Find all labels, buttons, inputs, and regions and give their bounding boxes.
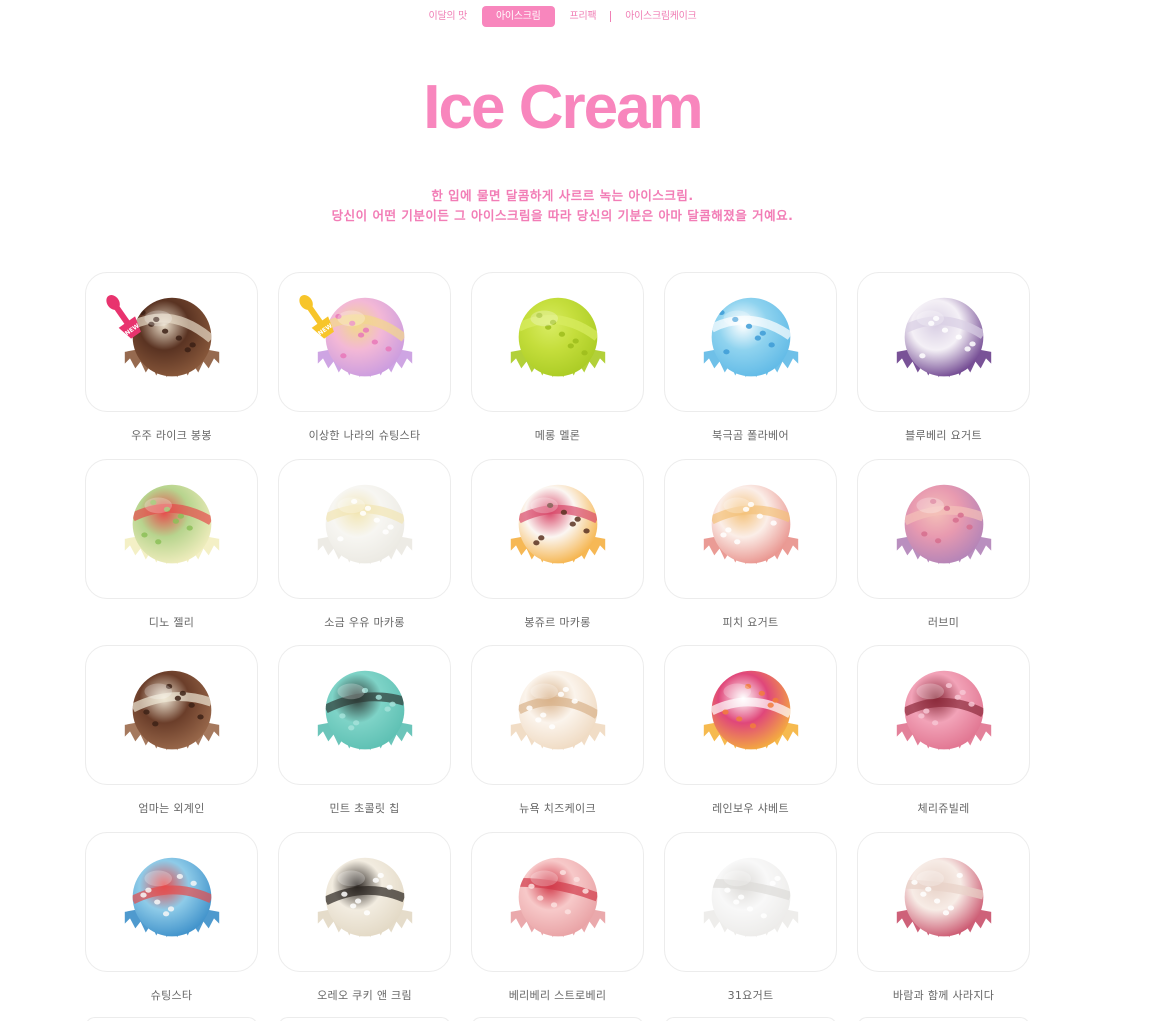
product-name[interactable]: 슈팅스타 (85, 987, 258, 1003)
product-thumbnail[interactable] (471, 272, 644, 412)
product-thumbnail[interactable] (85, 458, 258, 599)
ice-cream-scoop-image (317, 670, 412, 751)
nav-tab-1[interactable]: 이달의 맛 (420, 6, 476, 27)
product-thumbnail[interactable] (857, 645, 1030, 785)
product-card[interactable]: NEW 이상한 나라의 슈팅스타 (278, 272, 451, 459)
ice-cream-scoop-image (124, 670, 219, 751)
product-thumbnail[interactable] (278, 458, 451, 599)
ice-cream-scoop-image (510, 484, 605, 564)
product-card[interactable]: 뉴욕 치즈케이크 (471, 645, 644, 832)
product-card[interactable]: 바람과 함께 사라지다 (857, 831, 1030, 1019)
product-name[interactable]: 블루베리 요거트 (857, 427, 1030, 443)
product-card[interactable]: 피치 요거트 (664, 458, 837, 646)
product-grid-next-row (85, 1017, 1030, 1021)
product-thumbnail[interactable] (664, 831, 837, 972)
product-grid: NEW 우주 라이크 봉봉 NEW 이상한 나라의 슈팅스타 메롱 멜론 북극곰 폴라베어… (85, 272, 1030, 1018)
product-thumbnail[interactable] (664, 458, 837, 599)
product-card[interactable]: 봉쥬르 마카롱 (471, 458, 644, 646)
product-thumbnail[interactable] (85, 831, 258, 972)
product-thumbnail[interactable] (85, 645, 258, 785)
product-card[interactable]: 오레오 쿠키 앤 크림 (278, 831, 451, 1019)
product-name[interactable]: 뉴욕 치즈케이크 (471, 800, 644, 816)
product-thumbnail[interactable] (857, 458, 1030, 599)
description-line-2: 당신이 어떤 기분이든 그 아이스크림을 따라 당신의 기분은 아마 달콤해졌을… (331, 208, 794, 223)
product-name[interactable]: 우주 라이크 봉봉 (85, 427, 258, 443)
product-name[interactable]: 북극곰 폴라베어 (664, 427, 837, 443)
new-spoon-badge-icon: NEW (106, 295, 141, 339)
description-line-1: 한 입에 물면 달콤하게 사르르 녹는 아이스크림. (431, 188, 694, 203)
product-card[interactable]: 메롱 멜론 (471, 272, 644, 459)
ice-cream-scoop-image (896, 484, 991, 564)
product-thumbnail[interactable] (664, 272, 837, 412)
product-name[interactable]: 31요거트 (664, 987, 837, 1003)
product-name[interactable]: 바람과 함께 사라지다 (857, 987, 1030, 1003)
product-thumbnail[interactable] (471, 831, 644, 972)
product-name[interactable]: 체리쥬빌레 (857, 800, 1030, 816)
product-card-partial[interactable] (85, 1017, 258, 1021)
product-thumbnail[interactable] (471, 458, 644, 599)
ice-cream-scoop-image (124, 484, 219, 564)
product-card[interactable]: NEW 우주 라이크 봉봉 (85, 272, 258, 459)
nav-divider (610, 11, 612, 22)
product-name[interactable]: 소금 우유 마카롱 (278, 614, 451, 630)
product-name[interactable]: 이상한 나라의 슈팅스타 (278, 427, 451, 443)
product-card[interactable]: 레인보우 샤베트 (664, 645, 837, 832)
product-name[interactable]: 오레오 쿠키 앤 크림 (278, 987, 451, 1003)
nav-tab-2[interactable]: 아이스크림 (482, 6, 555, 27)
product-card[interactable]: 소금 우유 마카롱 (278, 458, 451, 646)
product-name[interactable]: 민트 초콜릿 칩 (278, 800, 451, 816)
ice-cream-scoop-image (896, 857, 991, 937)
product-name[interactable]: 봉쥬르 마카롱 (471, 614, 644, 630)
ice-cream-scoop-image (703, 484, 798, 564)
product-card[interactable]: 엄마는 외계인 (85, 645, 258, 832)
ice-cream-scoop-image (510, 297, 605, 378)
nav-tab-4[interactable]: 아이스크림케이크 (616, 6, 705, 27)
product-name[interactable]: 엄마는 외계인 (85, 800, 258, 816)
product-thumbnail[interactable] (664, 645, 837, 785)
product-name[interactable]: 러브미 (857, 614, 1030, 630)
product-card[interactable]: 베리베리 스트로베리 (471, 831, 644, 1019)
product-card-partial[interactable] (278, 1017, 451, 1021)
page-description: 한 입에 물면 달콤하게 사르르 녹는 아이스크림. 당신이 어떤 기분이든 그… (0, 186, 1125, 226)
ice-cream-scoop-image (896, 297, 991, 378)
ice-cream-scoop-image (896, 670, 991, 751)
nav-tab-3[interactable]: 프리팩 (561, 6, 606, 27)
product-card[interactable]: 민트 초콜릿 칩 (278, 645, 451, 832)
product-card[interactable]: 슈팅스타 (85, 831, 258, 1019)
product-card[interactable]: 31요거트 (664, 831, 837, 1019)
product-card-partial[interactable] (664, 1017, 837, 1021)
new-spoon-badge-icon: NEW (299, 295, 334, 339)
product-thumbnail[interactable] (278, 831, 451, 972)
product-thumbnail[interactable] (471, 645, 644, 785)
ice-cream-scoop-image (317, 484, 412, 564)
product-card[interactable]: 블루베리 요거트 (857, 272, 1030, 459)
ice-cream-scoop-image (124, 857, 219, 937)
product-thumbnail[interactable] (857, 272, 1030, 412)
ice-cream-scoop-image (317, 857, 412, 937)
product-card-partial[interactable] (471, 1017, 644, 1021)
product-name[interactable]: 디노 젤리 (85, 614, 258, 630)
product-card-partial[interactable] (857, 1017, 1030, 1021)
product-name[interactable]: 메롱 멜론 (471, 427, 644, 443)
product-card[interactable]: 디노 젤리 (85, 458, 258, 646)
sub-navigation: 이달의 맛 아이스크림 프리팩 아이스크림케이크 (0, 6, 1125, 27)
product-card[interactable]: 러브미 (857, 458, 1030, 646)
product-card[interactable]: 북극곰 폴라베어 (664, 272, 837, 459)
ice-cream-scoop-image (703, 857, 798, 937)
product-card[interactable]: 체리쥬빌레 (857, 645, 1030, 832)
product-name[interactable]: 베리베리 스트로베리 (471, 987, 644, 1003)
product-name[interactable]: 레인보우 샤베트 (664, 800, 837, 816)
page-title: Ice Cream (423, 73, 703, 142)
ice-cream-scoop-image (510, 857, 605, 937)
product-thumbnail[interactable] (278, 645, 451, 785)
ice-cream-scoop-image (703, 297, 798, 378)
product-name[interactable]: 피치 요거트 (664, 614, 837, 630)
ice-cream-scoop-image (510, 670, 605, 751)
product-thumbnail[interactable]: NEW (85, 272, 258, 412)
product-thumbnail[interactable] (857, 831, 1030, 972)
ice-cream-scoop-image (703, 670, 798, 751)
product-thumbnail[interactable]: NEW (278, 272, 451, 412)
